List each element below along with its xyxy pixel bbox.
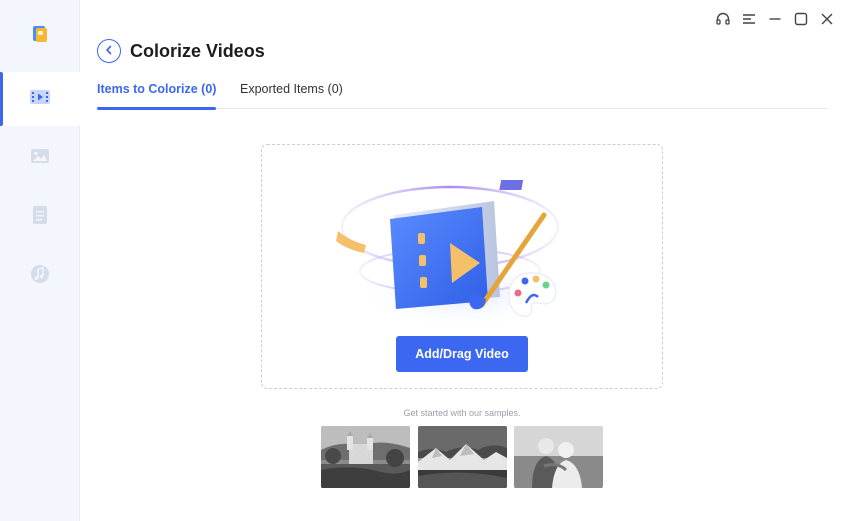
colorize-illustration bbox=[332, 175, 592, 335]
add-drag-video-button[interactable]: Add/Drag Video bbox=[396, 336, 528, 372]
close-icon[interactable] bbox=[818, 10, 836, 28]
minimize-icon[interactable] bbox=[766, 10, 784, 28]
document-icon bbox=[32, 205, 48, 230]
mountain-sample[interactable] bbox=[418, 426, 507, 488]
back-button[interactable] bbox=[97, 39, 121, 63]
video-icon bbox=[29, 88, 51, 111]
menu-icon[interactable] bbox=[740, 10, 758, 28]
sidebar bbox=[0, 0, 80, 521]
sidebar-item-document[interactable] bbox=[0, 190, 80, 244]
tab-items-to-colorize[interactable]: Items to Colorize (0) bbox=[97, 80, 217, 110]
maximize-icon[interactable] bbox=[792, 10, 810, 28]
app-logo-icon bbox=[26, 20, 54, 48]
headset-icon[interactable] bbox=[714, 10, 732, 28]
tab-exported-items[interactable]: Exported Items (0) bbox=[240, 80, 343, 109]
samples-label: Get started with our samples. bbox=[403, 408, 521, 418]
app-window: Colorize Videos Items to Colorize (0) Ex… bbox=[0, 0, 850, 521]
castle-sample[interactable] bbox=[321, 426, 410, 488]
image-icon bbox=[30, 148, 50, 169]
music-icon bbox=[30, 264, 50, 289]
tab-bar: Items to Colorize (0) Exported Items (0) bbox=[97, 80, 827, 110]
page-title: Colorize Videos bbox=[130, 41, 265, 61]
couple-sample[interactable] bbox=[514, 426, 603, 488]
sidebar-item-image[interactable] bbox=[0, 131, 80, 185]
sidebar-item-video[interactable] bbox=[0, 72, 80, 126]
chevron-left-icon bbox=[104, 42, 114, 60]
drop-zone[interactable]: Add/Drag Video bbox=[261, 144, 663, 389]
window-controls bbox=[714, 10, 836, 28]
sidebar-item-music[interactable] bbox=[0, 249, 80, 303]
